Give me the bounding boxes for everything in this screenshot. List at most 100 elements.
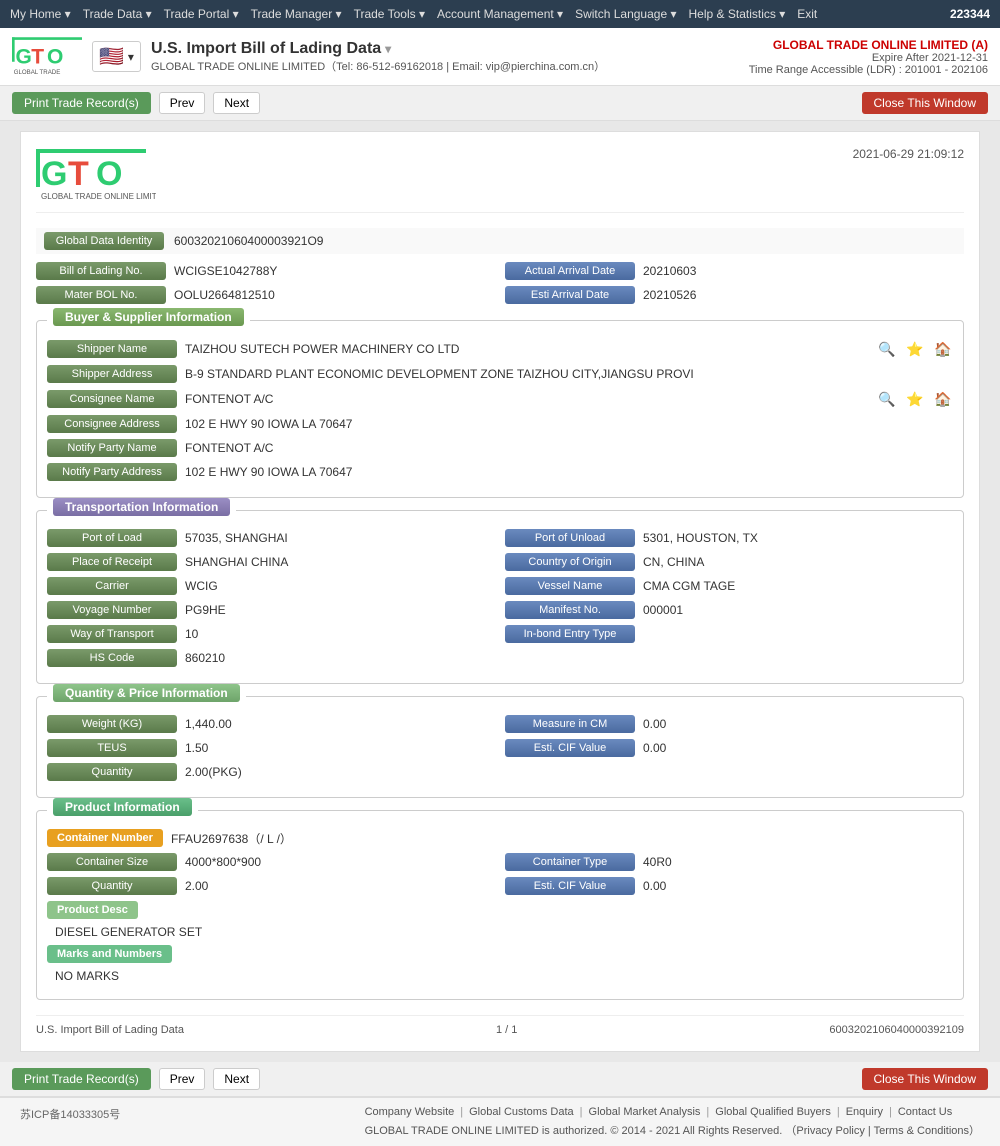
star-icon-shipper[interactable]: ⭐ (905, 339, 925, 359)
esti-cif-col: Esti. CIF Value 0.00 (505, 739, 953, 757)
nav-exit[interactable]: Exit (797, 7, 817, 21)
country-origin-value: CN, CHINA (643, 555, 953, 569)
footer-contact-us[interactable]: Contact Us (898, 1106, 952, 1118)
doc-logo: G T O GLOBAL TRADE ONLINE LIMITED (36, 147, 156, 202)
star-icon-consignee[interactable]: ⭐ (905, 389, 925, 409)
transport-type-row: Way of Transport 10 In-bond Entry Type (47, 625, 953, 643)
notify-party-name-label: Notify Party Name (47, 439, 177, 457)
port-unload-label: Port of Unload (505, 529, 635, 547)
nav-switch-language[interactable]: Switch Language ▾ (575, 7, 676, 21)
esti-arrival-label: Esti Arrival Date (505, 286, 635, 304)
prod-cif-value: 0.00 (643, 879, 953, 893)
footer-company-website[interactable]: Company Website (365, 1106, 455, 1118)
container-size-label: Container Size (47, 853, 177, 871)
document-header: G T O GLOBAL TRADE ONLINE LIMITED 2021-0… (36, 147, 964, 213)
product-desc-row: Product Desc (47, 901, 953, 919)
expire-info: Expire After 2021-12-31 (749, 52, 988, 64)
next-button-top[interactable]: Next (213, 92, 260, 114)
in-bond-col: In-bond Entry Type (505, 625, 953, 643)
notify-party-name-row: Notify Party Name FONTENOT A/C (47, 439, 953, 457)
privacy-policy-link[interactable]: Privacy Policy (796, 1125, 864, 1137)
nav-trade-data[interactable]: Trade Data ▾ (83, 7, 152, 21)
receipt-origin-row: Place of Receipt SHANGHAI CHINA Country … (47, 553, 953, 571)
prev-button-bottom[interactable]: Prev (159, 1068, 206, 1090)
title-arrow: ▾ (385, 42, 391, 56)
global-data-value: 60032021060400003921O9 (174, 234, 323, 248)
terms-conditions-link[interactable]: Terms & Conditions (874, 1125, 969, 1137)
bol-arrival-row: Bill of Lading No. WCIGSE1042788Y Actual… (36, 262, 964, 280)
svg-text:T: T (31, 46, 44, 69)
top-navigation: My Home ▾ Trade Data ▾ Trade Portal ▾ Tr… (0, 0, 1000, 28)
footer-qualified-buyers[interactable]: Global Qualified Buyers (715, 1106, 831, 1118)
teus-value: 1.50 (185, 741, 495, 755)
port-load-value: 57035, SHANGHAI (185, 531, 495, 545)
mater-bol-col: Mater BOL No. OOLU2664812510 (36, 286, 495, 304)
mater-bol-value: OOLU2664812510 (174, 288, 495, 302)
svg-text:GLOBAL TRADE ONLINE LIMITED: GLOBAL TRADE ONLINE LIMITED (41, 192, 156, 201)
container-type-col: Container Type 40R0 (505, 853, 953, 871)
logo-svg: G T O GLOBAL TRADE (12, 34, 82, 79)
close-button-bottom[interactable]: Close This Window (862, 1068, 988, 1090)
qty-value: 2.00(PKG) (185, 765, 953, 779)
quantity-content: Weight (KG) 1,440.00 Measure in CM 0.00 … (47, 715, 953, 781)
teus-cif-row: TEUS 1.50 Esti. CIF Value 0.00 (47, 739, 953, 757)
qty-row: Quantity 2.00(PKG) (47, 763, 953, 781)
consignee-name-label: Consignee Name (47, 390, 177, 408)
footer-title: U.S. Import Bill of Lading Data (36, 1024, 184, 1036)
header-title-area: U.S. Import Bill of Lading Data ▾ GLOBAL… (151, 40, 605, 74)
consignee-address-label: Consignee Address (47, 415, 177, 433)
footer-global-market[interactable]: Global Market Analysis (589, 1106, 701, 1118)
consignee-name-row: Consignee Name FONTENOT A/C 🔍 ⭐ 🏠 (47, 389, 953, 409)
buyer-supplier-content: Shipper Name TAIZHOU SUTECH POWER MACHIN… (47, 339, 953, 481)
doc-datetime: 2021-06-29 21:09:12 (853, 147, 964, 161)
toolbar-top: Print Trade Record(s) Prev Next Close Th… (0, 86, 1000, 121)
bol-value: WCIGSE1042788Y (174, 264, 495, 278)
main-document: G T O GLOBAL TRADE ONLINE LIMITED 2021-0… (20, 131, 980, 1052)
port-load-label: Port of Load (47, 529, 177, 547)
measure-value: 0.00 (643, 717, 953, 731)
product-section: Product Information Container Number FFA… (36, 810, 964, 1000)
shipper-name-label: Shipper Name (47, 340, 177, 358)
logo: G T O GLOBAL TRADE (12, 34, 82, 79)
container-size-col: Container Size 4000*800*900 (47, 853, 495, 871)
nav-account-management[interactable]: Account Management ▾ (437, 7, 563, 21)
nav-trade-tools[interactable]: Trade Tools ▾ (354, 7, 425, 21)
us-flag: 🇺🇸 (99, 44, 124, 69)
svg-text:O: O (96, 155, 122, 193)
page-footer: 苏ICP备14033305号 Company Website | Global … (0, 1097, 1000, 1146)
port-unload-col: Port of Unload 5301, HOUSTON, TX (505, 529, 953, 547)
print-button-top[interactable]: Print Trade Record(s) (12, 92, 151, 114)
nav-trade-portal[interactable]: Trade Portal ▾ (164, 7, 239, 21)
close-button-top[interactable]: Close This Window (862, 92, 988, 114)
language-selector[interactable]: 🇺🇸 ▾ (92, 41, 141, 72)
svg-text:G: G (41, 155, 67, 193)
manifest-col: Manifest No. 000001 (505, 601, 953, 619)
nav-help-statistics[interactable]: Help & Statistics ▾ (689, 7, 786, 21)
product-desc-badge: Product Desc (47, 901, 138, 919)
home-icon-shipper[interactable]: 🏠 (933, 339, 953, 359)
prev-button-top[interactable]: Prev (159, 92, 206, 114)
esti-arrival-value: 20210526 (643, 288, 964, 302)
prod-cif-label: Esti. CIF Value (505, 877, 635, 895)
weight-col: Weight (KG) 1,440.00 (47, 715, 495, 733)
teus-label: TEUS (47, 739, 177, 757)
nav-my-home[interactable]: My Home ▾ (10, 7, 71, 21)
footer-pages: 1 / 1 (496, 1024, 517, 1036)
marks-value: NO MARKS (55, 969, 953, 983)
notify-party-address-row: Notify Party Address 102 E HWY 90 IOWA L… (47, 463, 953, 481)
time-range: Time Range Accessible (LDR) : 201001 - 2… (749, 64, 988, 76)
nav-links: My Home ▾ Trade Data ▾ Trade Portal ▾ Tr… (10, 7, 817, 21)
way-transport-col: Way of Transport 10 (47, 625, 495, 643)
nav-trade-manager[interactable]: Trade Manager ▾ (251, 7, 342, 21)
global-data-label: Global Data Identity (44, 232, 164, 250)
print-button-bottom[interactable]: Print Trade Record(s) (12, 1068, 151, 1090)
footer-global-customs[interactable]: Global Customs Data (469, 1106, 574, 1118)
quantity-section: Quantity & Price Information Weight (KG)… (36, 696, 964, 798)
home-icon-consignee[interactable]: 🏠 (933, 389, 953, 409)
search-icon-consignee[interactable]: 🔍 (877, 389, 897, 409)
footer-enquiry[interactable]: Enquiry (846, 1106, 883, 1118)
container-number-value: FFAU2697638（/ L /） (171, 830, 953, 847)
next-button-bottom[interactable]: Next (213, 1068, 260, 1090)
search-icon-shipper[interactable]: 🔍 (877, 339, 897, 359)
buyer-supplier-badge: Buyer & Supplier Information (53, 308, 244, 326)
